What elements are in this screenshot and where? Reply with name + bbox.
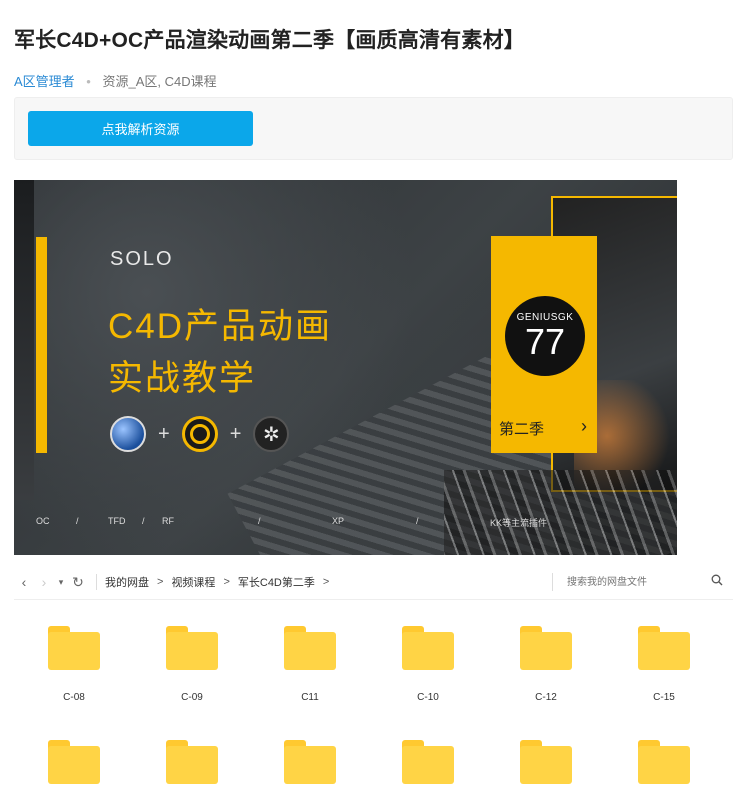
breadcrumb-arrow: >: [223, 576, 230, 588]
folder-icon: [166, 626, 218, 670]
plus-sign: +: [229, 422, 242, 445]
folder-icon: [284, 626, 336, 670]
breadcrumb-arrow: >: [322, 576, 330, 588]
footer-item: TFD: [108, 516, 126, 526]
footer-item: KK等主流插件: [490, 518, 548, 528]
folder-item[interactable]: [624, 740, 704, 784]
folder-icon: [638, 740, 690, 784]
breadcrumb-my-disk[interactable]: 我的网盘: [105, 574, 149, 590]
folder-name: C-08: [63, 692, 85, 703]
folder-icon: [284, 740, 336, 784]
category-links[interactable]: 资源_A区, C4D课程: [102, 74, 216, 89]
toolbar-divider: [96, 574, 97, 590]
season-label: 第二季: [499, 421, 545, 438]
footer-item: RF: [162, 516, 174, 526]
breadcrumb-video-courses[interactable]: 视频课程: [171, 574, 215, 590]
folder-name: C-10: [417, 692, 439, 703]
parse-resource-button[interactable]: 点我解析资源: [28, 111, 253, 146]
footer-item: /: [258, 516, 261, 526]
folder-item[interactable]: C-12: [506, 626, 586, 703]
geniusgk-badge: GENIUSGK 77: [505, 296, 585, 376]
badge-number: 77: [524, 321, 566, 362]
footer-item: XP: [332, 516, 345, 526]
netdisk-toolbar: ‹ › ▾ ↻ 我的网盘 > 视频课程 > 军长C4D第二季 >: [14, 565, 733, 600]
chevron-right-icon: ›: [581, 416, 587, 436]
banner-shards: [444, 470, 677, 555]
folder-icon: [402, 740, 454, 784]
folder-icon: [520, 626, 572, 670]
post-title: 军长C4D+OC产品渲染动画第二季【画质高清有素材】: [14, 29, 525, 52]
banner-headline-2: 实战教学: [108, 359, 257, 398]
folder-item[interactable]: [506, 740, 586, 784]
folder-item[interactable]: C-15: [624, 626, 704, 703]
folder-icon: [48, 740, 100, 784]
folder-name: C-09: [181, 692, 203, 703]
folder-item[interactable]: C-09: [152, 626, 232, 703]
footer-item: /: [76, 516, 79, 526]
folder-icon: [166, 740, 218, 784]
folder-item[interactable]: [270, 740, 350, 784]
folder-icon: [520, 740, 572, 784]
breadcrumb-course-folder[interactable]: 军长C4D第二季: [238, 574, 315, 590]
folder-icon: [48, 626, 100, 670]
folder-icon: [402, 626, 454, 670]
plugin-icon: [181, 416, 218, 452]
footer-item: /: [416, 516, 419, 526]
banner-headline-1: C4D产品动画: [108, 307, 333, 346]
action-box: 点我解析资源: [14, 97, 733, 160]
folder-name: C11: [301, 692, 319, 703]
meta-separator: •: [86, 74, 91, 89]
forward-button[interactable]: ›: [34, 574, 54, 590]
footer-item: /: [142, 516, 145, 526]
octane-icon: ✲: [253, 416, 290, 452]
refresh-icon[interactable]: ↻: [68, 574, 88, 591]
folder-item[interactable]: C11: [270, 626, 350, 703]
history-dropdown[interactable]: ▾: [54, 577, 68, 588]
banner-brand: SOLO: [110, 248, 174, 270]
software-icons: + + ✲: [110, 416, 290, 452]
folder-item[interactable]: C-08: [34, 626, 114, 703]
netdisk-search-input[interactable]: [552, 573, 733, 591]
author-link[interactable]: A区管理者: [14, 74, 75, 89]
folder-item[interactable]: [388, 740, 468, 784]
footer-item: OC: [36, 516, 50, 526]
folder-item[interactable]: [152, 740, 232, 784]
post-meta: A区管理者 • 资源_A区, C4D课程: [14, 71, 217, 90]
folder-item[interactable]: C-10: [388, 626, 468, 703]
banner-left-edge: [14, 180, 34, 500]
back-button[interactable]: ‹: [14, 574, 34, 590]
cinema4d-icon: [110, 416, 146, 452]
folder-icon: [638, 626, 690, 670]
banner-yellow-bar: [36, 237, 47, 453]
search-icon[interactable]: [711, 574, 723, 586]
plus-sign: +: [158, 422, 170, 445]
season-card: GENIUSGK 77 第二季 ›: [491, 236, 597, 453]
folder-name: C-15: [653, 692, 675, 703]
folder-name: C-12: [535, 692, 557, 703]
course-banner-image: SOLO C4D产品动画 实战教学 + + ✲ GENIUSGK 77 第二季 …: [14, 180, 677, 555]
breadcrumb-arrow: >: [157, 576, 164, 588]
folder-item[interactable]: [34, 740, 114, 784]
